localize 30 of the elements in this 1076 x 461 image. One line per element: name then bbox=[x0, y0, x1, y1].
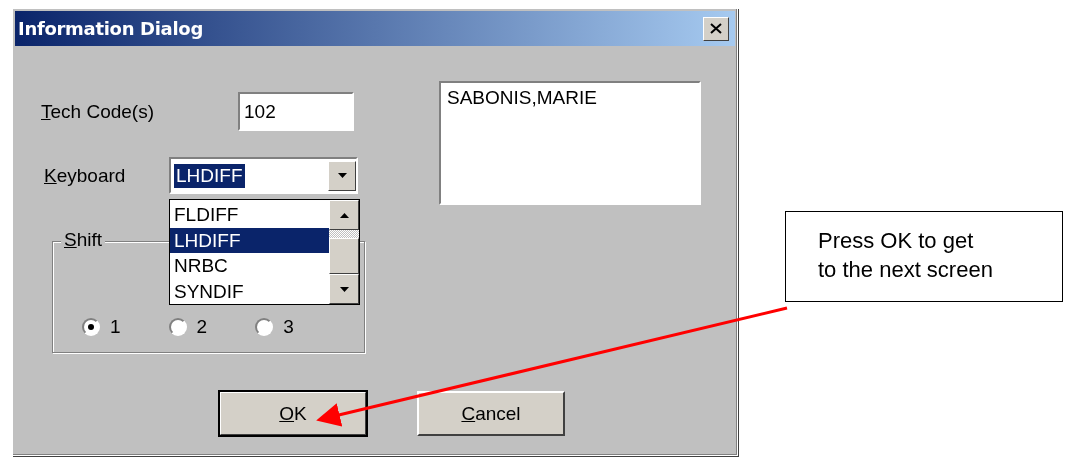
radio-option[interactable]: 3 bbox=[255, 316, 294, 338]
close-icon bbox=[710, 23, 722, 34]
cancel-button[interactable]: Cancel bbox=[417, 391, 565, 436]
list-item[interactable]: SABONIS,MARIE bbox=[447, 87, 693, 109]
scroll-track bbox=[329, 230, 359, 238]
up-arrow-icon bbox=[339, 212, 349, 218]
radio-button[interactable] bbox=[82, 318, 100, 336]
dropdown-option[interactable]: NRBC bbox=[170, 253, 329, 279]
field-label: Tech Code(s) bbox=[41, 100, 155, 123]
radio-option[interactable]: 2 bbox=[168, 316, 208, 338]
down-arrow-icon bbox=[337, 173, 347, 178]
dropdown-option[interactable]: LHDIFF bbox=[170, 227, 329, 253]
dropdown-option[interactable]: SYNDIF bbox=[170, 278, 329, 304]
scroll-down-button[interactable] bbox=[329, 274, 359, 304]
radio-option[interactable]: 1 bbox=[82, 316, 121, 338]
window-title: Information Dialog bbox=[18, 18, 203, 39]
radio-button[interactable] bbox=[255, 318, 274, 336]
ok-button[interactable]: OK bbox=[219, 391, 367, 436]
field-label: Keyboard bbox=[44, 164, 127, 187]
scroll-up-button[interactable] bbox=[329, 200, 359, 230]
dropdown-button[interactable] bbox=[328, 160, 356, 191]
scroll-bar[interactable] bbox=[329, 200, 359, 304]
close-button[interactable] bbox=[703, 16, 729, 41]
radio-button[interactable] bbox=[168, 318, 187, 336]
down-arrow-icon bbox=[339, 286, 349, 292]
dropdown-option[interactable]: FLDIFF bbox=[170, 202, 329, 228]
callout-note: Press OK to get to the next screen bbox=[785, 211, 1063, 302]
scroll-thumb[interactable] bbox=[329, 238, 359, 274]
tech-code-field[interactable]: 102 bbox=[238, 92, 354, 131]
dropdown-value: LHDIFF bbox=[174, 163, 245, 188]
